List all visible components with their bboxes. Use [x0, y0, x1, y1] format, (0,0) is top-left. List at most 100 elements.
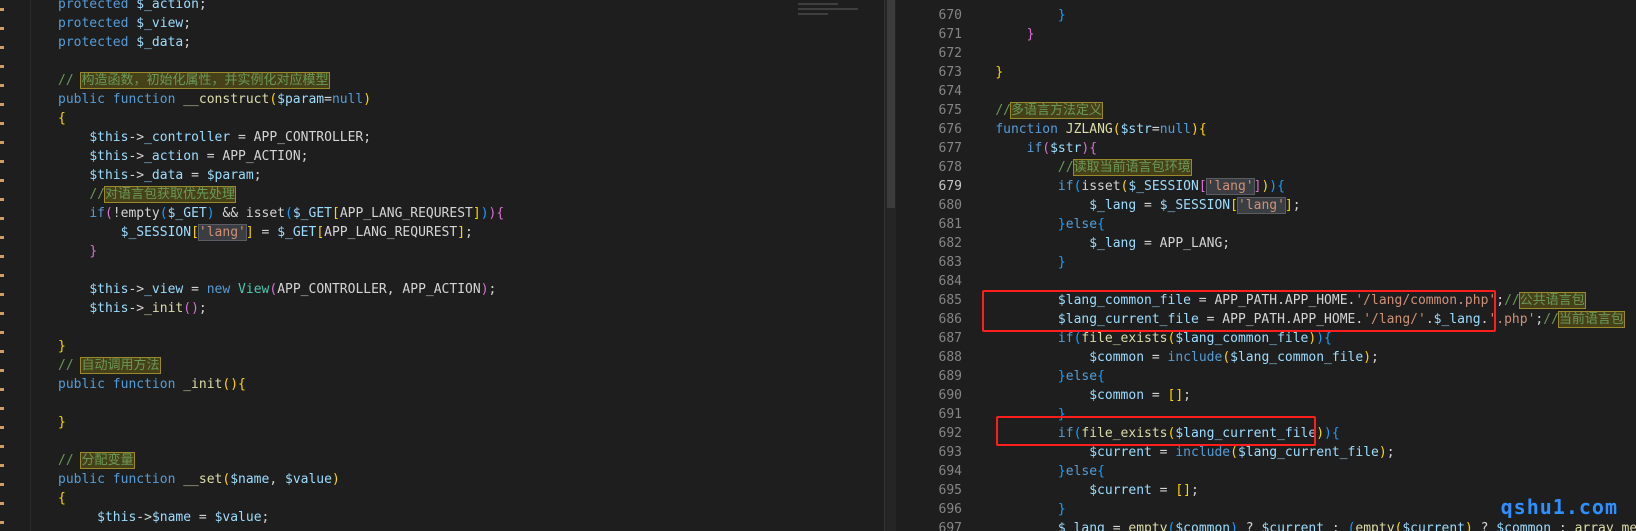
line-number: 695 — [938, 483, 962, 498]
line-number: 687 — [938, 331, 962, 346]
line-number: 686 — [938, 312, 962, 327]
gutter-marker — [0, 350, 4, 353]
code-line[interactable]: public function __construct($param=null) — [58, 90, 784, 109]
code-line[interactable]: // 自动调用方法 — [58, 356, 784, 375]
code-line[interactable]: 688 $common = include($lang_common_file)… — [896, 348, 1636, 367]
code-line[interactable]: 694 }else{ — [896, 462, 1636, 481]
code-line[interactable]: $this->_data = $param; — [58, 166, 784, 185]
code-line[interactable]: 689 }else{ — [896, 367, 1636, 386]
line-number: 681 — [938, 217, 962, 232]
code-token: ( — [285, 206, 293, 221]
code-line[interactable]: 672 — [896, 44, 1636, 63]
code-line[interactable]: $this->$name = $value; — [58, 508, 784, 527]
code-token: else — [1065, 217, 1098, 232]
code-token: : — [1551, 521, 1575, 531]
code-line[interactable]: $_SESSION['lang'] = $_GET[APP_LANG_REQUR… — [58, 223, 784, 242]
code-token: empty — [1128, 521, 1168, 531]
gutter-marker — [0, 179, 4, 182]
code-line[interactable]: 690 $common = []; — [896, 386, 1636, 405]
code-line[interactable]: $this->_init(); — [58, 299, 784, 318]
code-line[interactable]: 674 — [896, 82, 1636, 101]
code-line[interactable]: 671 } — [896, 25, 1636, 44]
scrollbar-thumb[interactable] — [887, 0, 895, 208]
code-token: // — [58, 453, 82, 468]
line-number: 678 — [938, 160, 962, 175]
code-token: { — [1097, 369, 1105, 384]
code-token: include — [1175, 445, 1231, 460]
code-token: $name — [151, 510, 192, 525]
code-token: } — [1026, 27, 1035, 42]
code-line[interactable]: } — [58, 242, 784, 261]
left-editor-pane[interactable]: protected $_action; protected $_view; pro… — [0, 0, 884, 531]
right-editor-pane[interactable]: 670 } 671 } 672 673 } 674 675 //多语言方法定义 676 fu… — [896, 0, 1636, 531]
code-line[interactable] — [58, 432, 784, 451]
code-line[interactable]: } — [58, 337, 784, 356]
code-token: -> — [128, 130, 145, 145]
line-number: 685 — [938, 293, 962, 308]
code-line[interactable]: public function _init(){ — [58, 375, 784, 394]
left-code-area[interactable]: protected $_action; protected $_view; pro… — [58, 0, 784, 527]
code-line[interactable] — [58, 261, 784, 280]
code-line[interactable]: 682 $_lang = APP_LANG; — [896, 234, 1636, 253]
code-line[interactable]: 680 $_lang = $_SESSION['lang']; — [896, 196, 1636, 215]
minimap[interactable] — [790, 0, 880, 531]
code-line[interactable]: 684 — [896, 272, 1636, 291]
code-line[interactable]: { — [58, 109, 784, 128]
code-line[interactable]: protected $_data; — [58, 33, 784, 52]
code-token: = — [1151, 122, 1160, 137]
code-line[interactable]: 675 //多语言方法定义 — [896, 101, 1636, 120]
code-token: function — [995, 122, 1066, 137]
code-token: file_exists — [1081, 331, 1168, 346]
code-token: -> — [128, 168, 145, 183]
code-token: { — [58, 111, 66, 126]
code-line[interactable]: 678 //读取当前语言包环境 — [896, 158, 1636, 177]
code-line[interactable]: //对语言包获取优先处理 — [58, 185, 784, 204]
code-line[interactable] — [58, 394, 784, 413]
code-line[interactable]: 673 } — [896, 63, 1636, 82]
code-line[interactable]: 677 if($str){ — [896, 139, 1636, 158]
code-line[interactable]: } — [58, 413, 784, 432]
code-line[interactable]: public function __set($name, $value) — [58, 470, 784, 489]
code-content: if($str){ — [964, 139, 1097, 158]
code-line[interactable]: protected $_action; — [58, 0, 784, 14]
code-token: { — [496, 206, 505, 221]
code-token: = — [1151, 445, 1176, 460]
code-line[interactable]: $this->_controller = APP_CONTROLLER; — [58, 128, 784, 147]
code-line[interactable]: $this->_action = APP_ACTION; — [58, 147, 784, 166]
code-token: JZLANG — [1065, 122, 1113, 137]
code-line[interactable]: 670 } — [896, 6, 1636, 25]
code-line[interactable]: 679 if(isset($_SESSION['lang'])){ — [896, 177, 1636, 196]
code-line[interactable]: if(!empty($_GET) && isset($_GET[APP_LANG… — [58, 204, 784, 223]
code-token: ; — [1183, 388, 1191, 403]
code-line[interactable]: 681 }else{ — [896, 215, 1636, 234]
code-token: ) — [1324, 426, 1332, 441]
code-token: && isset — [214, 206, 286, 221]
code-token: public function — [58, 377, 184, 392]
code-token: : — [1324, 521, 1348, 531]
code-line[interactable]: 676 function JZLANG($str=null){ — [896, 120, 1636, 139]
code-content: $common = include($lang_common_file); — [964, 348, 1379, 367]
code-line[interactable]: 683 } — [896, 253, 1636, 272]
code-token: // — [995, 103, 1011, 118]
code-line[interactable]: protected $_view; — [58, 14, 784, 33]
code-token: __construct — [183, 92, 270, 107]
line-number: 680 — [938, 198, 962, 213]
code-line[interactable] — [58, 52, 784, 71]
gutter-marker — [0, 407, 4, 410]
code-token: __set — [183, 472, 223, 487]
code-token: ) — [206, 206, 215, 221]
code-line[interactable]: 697 $_lang = empty($common) ? $current :… — [896, 519, 1636, 531]
code-token: ) — [1269, 179, 1278, 194]
code-line[interactable]: // 分配变量 — [58, 451, 784, 470]
code-line[interactable]: { — [58, 489, 784, 508]
code-line[interactable] — [58, 318, 784, 337]
code-token: null — [1159, 122, 1192, 137]
right-code-area[interactable]: 670 } 671 } 672 673 } 674 675 //多语言方法定义 676 fu… — [896, 6, 1636, 531]
code-line[interactable]: $this->_view = new View(APP_CONTROLLER, … — [58, 280, 784, 299]
code-line[interactable]: // 构造函数，初始化属性，并实例化对应模型 — [58, 71, 784, 90]
